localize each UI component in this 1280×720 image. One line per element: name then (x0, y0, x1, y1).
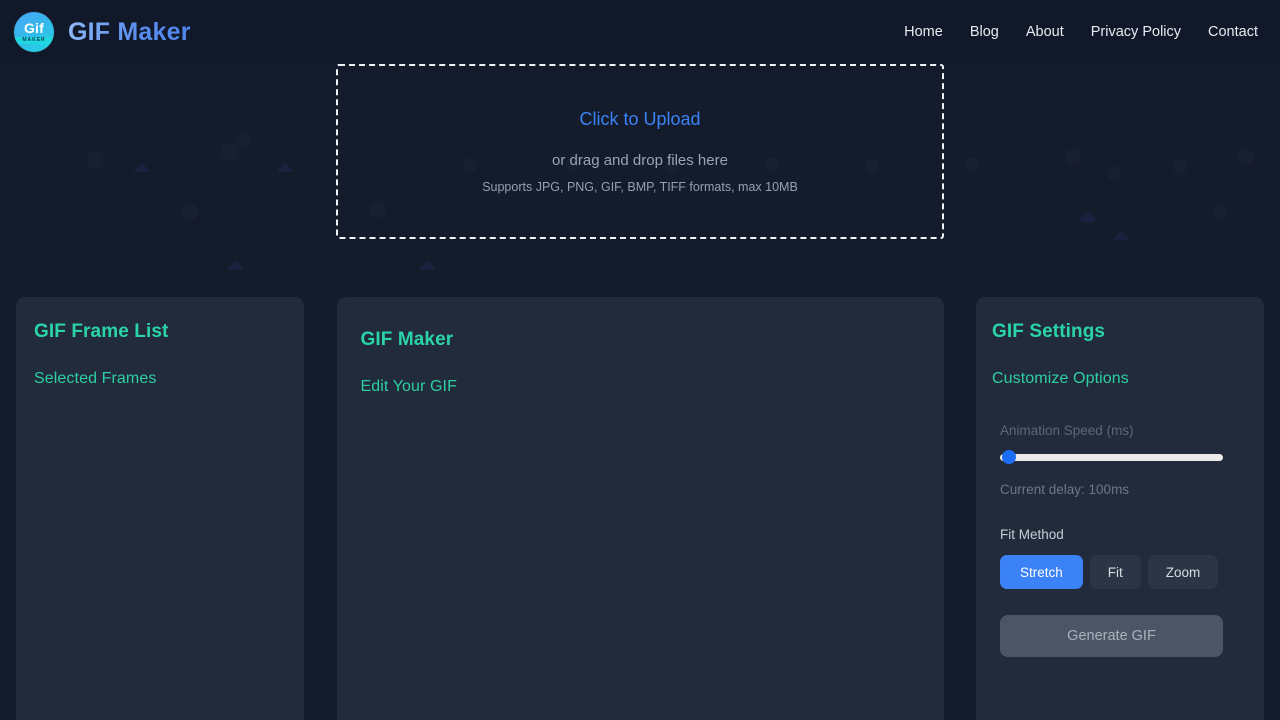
current-delay-readout: Current delay: 100ms (1000, 482, 1130, 497)
main-nav: Home Blog About Privacy Policy Contact (904, 24, 1258, 40)
frame-list-title: GIF Frame List (34, 321, 169, 342)
animation-speed-label: Animation Speed (ms) (1000, 423, 1134, 438)
upload-section: Click to Upload or drag and drop files h… (0, 64, 1280, 297)
page-title: GIF Maker (68, 17, 191, 46)
logo-subtext: MAKER (14, 36, 54, 44)
gif-maker-title: GIF Maker (360, 329, 454, 350)
upload-click-label[interactable]: Click to Upload (579, 109, 700, 130)
slider-thumb[interactable] (1002, 450, 1016, 464)
gif-maker-panel: GIF Maker Edit Your GIF (336, 297, 944, 720)
fit-method-zoom-button[interactable]: Zoom (1147, 555, 1219, 589)
generate-gif-button[interactable]: Generate GIF (1000, 615, 1223, 657)
animation-speed-slider[interactable] (1000, 450, 1223, 464)
frame-list-subtitle: Selected Frames (34, 370, 157, 387)
upload-formats-hint: Supports JPG, PNG, GIF, BMP, TIFF format… (482, 180, 798, 194)
slider-track[interactable] (1000, 454, 1223, 461)
gif-logo-icon: Gif MAKER (14, 12, 54, 52)
logo-text: Gif (23, 19, 45, 36)
nav-item-home[interactable]: Home (904, 24, 943, 40)
upload-dropzone[interactable]: Click to Upload or drag and drop files h… (336, 64, 944, 239)
fit-method-stretch-button[interactable]: Stretch (1000, 555, 1083, 589)
brand[interactable]: Gif MAKER GIF Maker (14, 12, 191, 52)
fit-method-group: Stretch Fit Zoom (1000, 555, 1240, 589)
nav-item-about[interactable]: About (1026, 24, 1064, 40)
settings-controls: Animation Speed (ms) Current delay: 100m… (992, 423, 1248, 657)
site-header: Gif MAKER GIF Maker Home Blog About Priv… (0, 0, 1280, 64)
fit-method-label: Fit Method (1000, 527, 1064, 542)
frame-list-panel: GIF Frame List Selected Frames (16, 297, 304, 720)
gif-settings-title: GIF Settings (992, 321, 1106, 342)
nav-item-contact[interactable]: Contact (1208, 24, 1258, 40)
panels-row: GIF Frame List Selected Frames GIF Maker… (0, 297, 1280, 720)
nav-item-privacy-policy[interactable]: Privacy Policy (1091, 24, 1181, 40)
upload-drag-hint: or drag and drop files here (552, 152, 728, 169)
gif-maker-subtitle: Edit Your GIF (360, 378, 457, 395)
fit-method-fit-button[interactable]: Fit (1089, 555, 1141, 589)
gif-settings-subtitle: Customize Options (992, 370, 1129, 387)
nav-item-blog[interactable]: Blog (970, 24, 999, 40)
gif-settings-panel: GIF Settings Customize Options Animation… (976, 297, 1264, 720)
